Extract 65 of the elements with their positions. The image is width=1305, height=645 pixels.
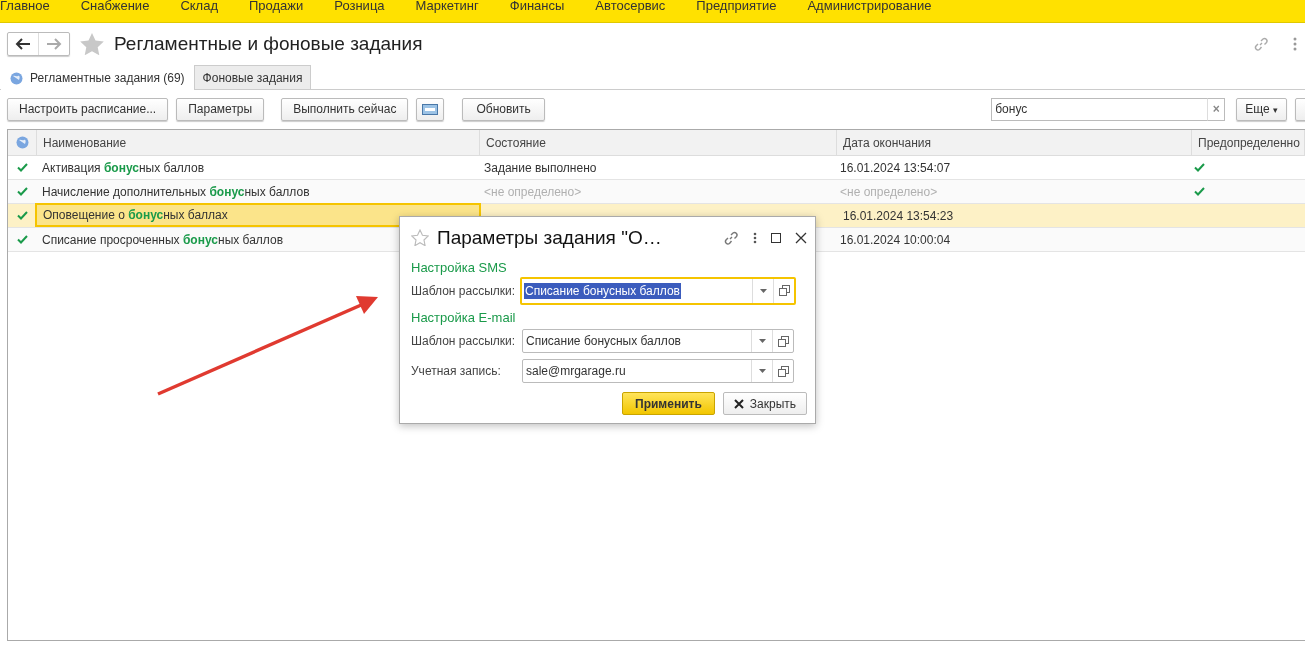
- open-icon[interactable]: [778, 285, 790, 297]
- clear-button[interactable]: ×: [1207, 97, 1226, 121]
- toolbar-button[interactable]: Параметры: [176, 97, 265, 121]
- field-label: Учетная запись:: [411, 364, 502, 379]
- column-header[interactable]: Предопределенно: [1192, 130, 1305, 155]
- section-heading: Настройка E-mail: [411, 310, 517, 327]
- table-cell: Активация бонусных баллов: [42, 160, 204, 175]
- table-cell-text: 16.01.2024 10:00:04: [839, 231, 952, 249]
- table-cell: Оповещение о бонусных баллах: [43, 208, 228, 222]
- panel-icon: [422, 103, 439, 115]
- select-field[interactable]: sale@mrgarage.ru: [522, 359, 794, 384]
- check-icon: [16, 187, 28, 196]
- field-label: Шаблон рассылки:: [411, 283, 517, 298]
- dropdown-icon[interactable]: [758, 369, 766, 374]
- menu-item[interactable]: Продажи: [249, 0, 304, 13]
- field-label: Шаблон рассылки:: [411, 334, 517, 349]
- column-header[interactable]: Состояние: [480, 130, 837, 155]
- search-field[interactable]: бонус: [991, 97, 1208, 121]
- menu-item[interactable]: Автосервис: [595, 0, 666, 13]
- globe-icon: [15, 136, 29, 149]
- table-cell-text: <не определено>: [839, 183, 939, 201]
- open-icon[interactable]: [777, 365, 789, 377]
- select-field[interactable]: Списание бонусных баллов: [520, 276, 796, 305]
- tab[interactable]: Фоновые задания: [193, 65, 312, 89]
- menu-item[interactable]: Администрирование: [807, 0, 932, 13]
- page-title: Регламентные и фоновые задания: [114, 33, 423, 55]
- table-cell-text: <не определено>: [483, 183, 583, 201]
- close-icon: [733, 398, 744, 409]
- open-icon[interactable]: [777, 335, 789, 347]
- section-heading: Настройка SMS: [411, 259, 508, 276]
- star-icon[interactable]: [411, 229, 429, 247]
- menu-item[interactable]: Склад: [180, 0, 218, 13]
- select-field[interactable]: Списание бонусных баллов: [522, 329, 794, 354]
- menu-item[interactable]: Предприятие: [696, 0, 777, 13]
- table-cell-text: Задание выполнено: [483, 159, 598, 177]
- table-cell: Начисление дополнительных бонусных баллов: [42, 184, 310, 199]
- menu-item[interactable]: Главное: [0, 0, 50, 13]
- dialog-title: Параметры задания "О…: [437, 226, 662, 249]
- star-icon[interactable]: [80, 33, 104, 55]
- toolbar-button[interactable]: Настроить расписание...: [7, 97, 169, 121]
- more-icon[interactable]: [753, 231, 757, 244]
- apply-button[interactable]: Применить: [622, 392, 715, 415]
- menu-item[interactable]: Снабжение: [80, 0, 150, 13]
- menu-item[interactable]: Финансы: [509, 0, 565, 13]
- toolbar-button[interactable]: Выполнить сейчас: [281, 97, 409, 121]
- check-icon: [16, 235, 28, 244]
- table-cell-text: 16.01.2024 13:54:07: [839, 159, 952, 177]
- check-icon: [16, 211, 28, 220]
- menu-item[interactable]: Розница: [334, 0, 385, 13]
- close-icon[interactable]: [795, 231, 807, 244]
- dropdown-icon[interactable]: [758, 339, 766, 344]
- link-icon[interactable]: [723, 229, 739, 246]
- close-button[interactable]: Закрыть: [722, 392, 807, 415]
- check-icon: [16, 163, 28, 172]
- menu-item[interactable]: Маркетинг: [415, 0, 479, 13]
- column-header[interactable]: Дата окончания: [837, 130, 1192, 155]
- table-cell-text: 16.01.2024 13:54:23: [842, 207, 955, 225]
- maximize-icon[interactable]: [771, 232, 781, 243]
- dropdown-icon[interactable]: [759, 288, 767, 293]
- refresh-button[interactable]: Обновить: [462, 97, 545, 121]
- globe-icon: [10, 71, 23, 85]
- table-cell: Списание просроченных бонусных баллов: [42, 232, 284, 247]
- more-button[interactable]: Еще ▾: [1236, 97, 1287, 121]
- schedule-button[interactable]: [416, 97, 445, 121]
- column-header[interactable]: Наименование: [37, 130, 480, 155]
